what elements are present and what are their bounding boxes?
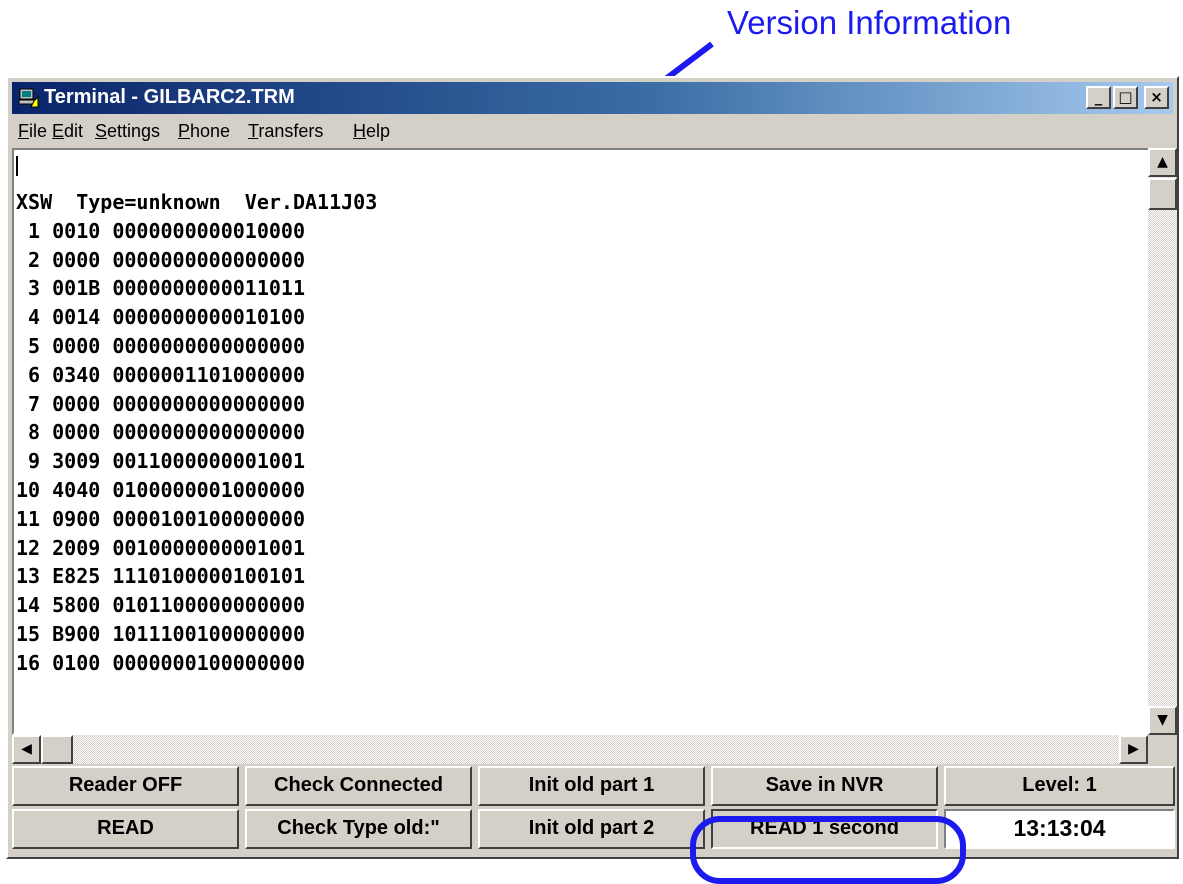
window-title: Terminal - GILBARC2.TRM xyxy=(44,86,295,108)
terminal-line: 10 4040 0100000001000000 xyxy=(16,477,305,502)
terminal-line: 8 0000 0000000000000000 xyxy=(16,420,305,445)
menu-help[interactable]: Help xyxy=(353,121,390,142)
menu-transfers[interactable]: Transfers xyxy=(248,121,323,142)
terminal-line: 4 0014 0000000000010100 xyxy=(16,305,305,330)
scroll-down-arrow-icon[interactable]: ▼ xyxy=(1148,706,1177,735)
menu-settings[interactable]: Settings xyxy=(95,121,160,142)
menu-edit-label: dit xyxy=(64,121,84,141)
vertical-scroll-thumb[interactable] xyxy=(1148,178,1177,210)
menu-settings-mnemonic: S xyxy=(95,121,108,141)
minimize-button[interactable]: _ xyxy=(1086,86,1111,109)
terminal-line: 11 0900 0000100100000000 xyxy=(16,506,305,531)
init-old-part-2-button[interactable]: Init old part 2 xyxy=(478,809,705,849)
vertical-scrollbar[interactable]: ▲ ▼ xyxy=(1148,148,1177,735)
init-old-part-1-button[interactable]: Init old part 1 xyxy=(478,766,705,806)
terminal-line: 7 0000 0000000000000000 xyxy=(16,391,305,416)
menu-transfers-mnemonic: T xyxy=(248,121,259,141)
menu-help-label: elp xyxy=(366,121,391,141)
menu-file[interactable]: File xyxy=(18,121,47,142)
terminal-line: 6 0340 0000001101000000 xyxy=(16,362,305,387)
menu-file-mnemonic: F xyxy=(18,121,29,141)
terminal-line: 15 B900 1011100100000000 xyxy=(16,621,305,646)
terminal-line: 3 001B 0000000000011011 xyxy=(16,276,305,301)
terminal-line: 12 2009 0010000000001001 xyxy=(16,535,305,560)
menu-bar: File Edit Settings Phone Transfers Help xyxy=(12,118,1173,146)
save-in-nvr-button[interactable]: Save in NVR xyxy=(711,766,938,806)
horizontal-scrollbar[interactable]: ◀ ▶ xyxy=(12,735,1148,764)
menu-file-label: ile xyxy=(29,121,48,141)
title-bar[interactable]: Terminal - GILBARC2.TRM _ □ × xyxy=(12,82,1173,114)
scroll-left-arrow-icon[interactable]: ◀ xyxy=(12,735,41,764)
menu-phone-label: hone xyxy=(190,121,231,141)
terminal-line: 16 0100 0000000100000000 xyxy=(16,650,305,675)
terminal-window: Terminal - GILBARC2.TRM _ □ × File Edit … xyxy=(6,76,1179,859)
terminal-app-icon xyxy=(18,88,39,108)
scroll-right-arrow-icon[interactable]: ▶ xyxy=(1119,735,1148,764)
annotation-highlight-ellipse xyxy=(690,816,966,884)
terminal-line: 2 0000 0000000000000000 xyxy=(16,247,305,272)
terminal-line: 9 3009 0011000000001001 xyxy=(16,449,305,474)
close-button[interactable]: × xyxy=(1144,86,1169,109)
terminal-line: 13 E825 1110100000100101 xyxy=(16,564,305,589)
scroll-up-arrow-icon[interactable]: ▲ xyxy=(1148,148,1177,177)
menu-edit-mnemonic: E xyxy=(52,121,65,141)
scrollbar-corner xyxy=(1148,735,1177,764)
menu-transfers-label: ransfers xyxy=(258,121,324,141)
menu-help-mnemonic: H xyxy=(353,121,366,141)
terminal-output[interactable]: XSW Type=unknown Ver.DA11J03 1 0010 0000… xyxy=(12,148,1152,735)
annotation-label: Version Information xyxy=(727,4,1012,41)
menu-phone[interactable]: Phone xyxy=(178,121,230,142)
level-indicator: Level: 1 xyxy=(944,766,1175,806)
read-button[interactable]: READ xyxy=(12,809,239,849)
maximize-button[interactable]: □ xyxy=(1113,86,1138,109)
clock-display: 13:13:04 xyxy=(944,809,1175,849)
menu-edit[interactable]: Edit xyxy=(52,121,83,142)
terminal-line: 5 0000 0000000000000000 xyxy=(16,333,305,358)
horizontal-scroll-thumb[interactable] xyxy=(41,735,73,764)
menu-phone-mnemonic: P xyxy=(178,121,191,141)
function-buttons: Reader OFF Check Connected Init old part… xyxy=(12,766,1177,853)
terminal-line: 1 0010 0000000000010000 xyxy=(16,218,305,243)
text-caret xyxy=(16,156,18,176)
menu-settings-label: ettings xyxy=(107,121,161,141)
check-connected-button[interactable]: Check Connected xyxy=(245,766,472,806)
check-type-old-button[interactable]: Check Type old:" xyxy=(245,809,472,849)
terminal-lines: XSW Type=unknown Ver.DA11J03 1 0010 0000… xyxy=(16,188,377,678)
terminal-line: XSW Type=unknown Ver.DA11J03 xyxy=(16,190,378,214)
reader-off-button[interactable]: Reader OFF xyxy=(12,766,239,806)
terminal-line: 14 5800 0101100000000000 xyxy=(16,593,305,618)
